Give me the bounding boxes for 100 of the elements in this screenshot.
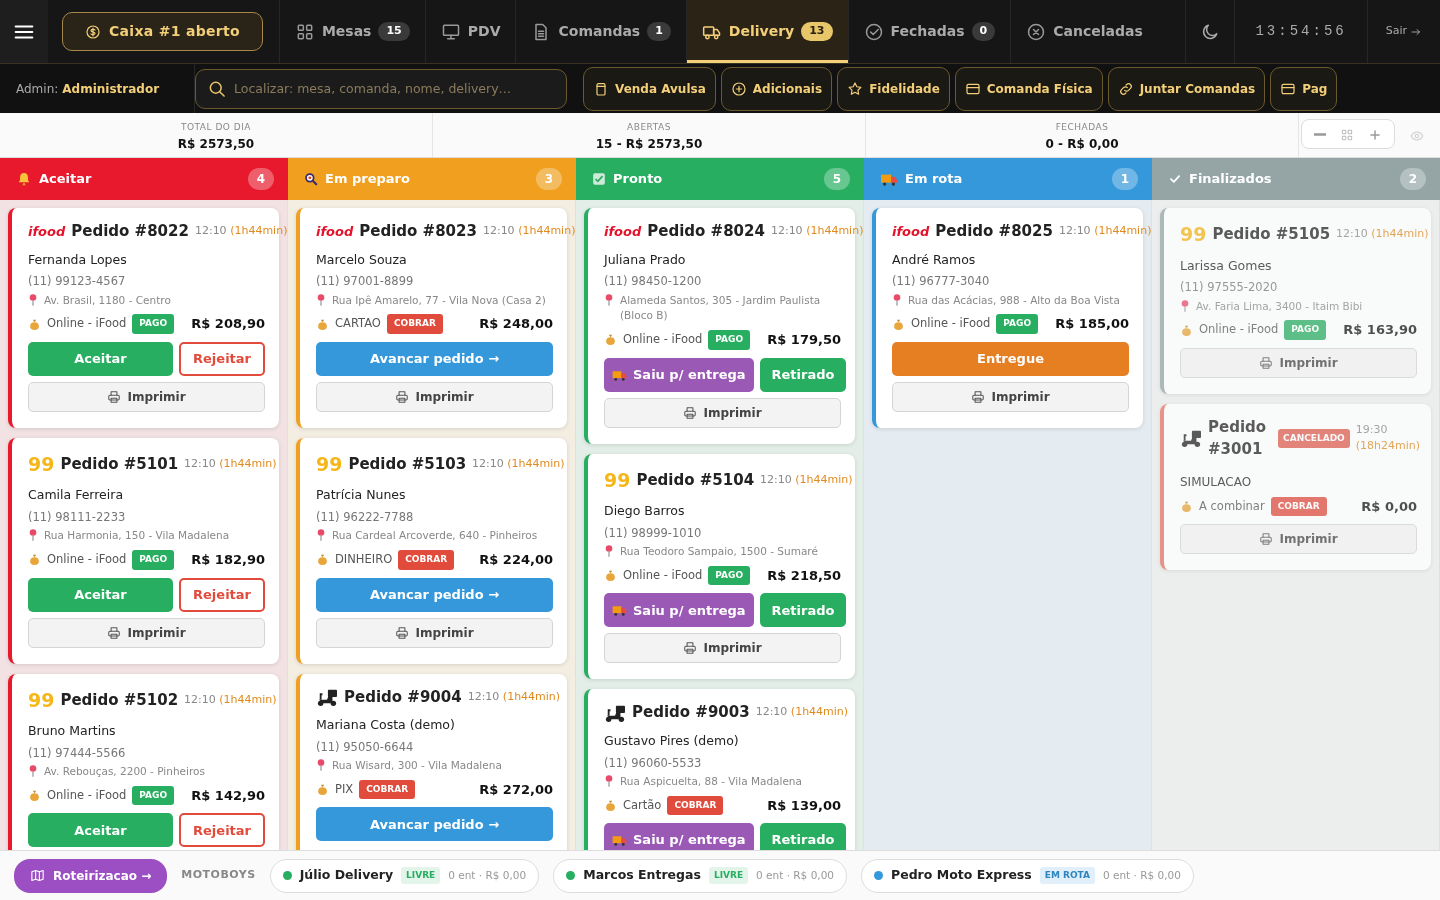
order-time: 12:10 (1h44min) [467, 688, 561, 705]
count-badge: 5 [823, 168, 850, 190]
ifood-logo: ifood [28, 222, 66, 241]
payment-tag: COBRAR [667, 795, 724, 815]
dispatch-button[interactable]: Saiu p/ entrega [604, 357, 754, 392]
payment-tag: PAGO [1284, 320, 1327, 340]
payment-tag: COBRAR [1270, 496, 1327, 517]
cash-register-button[interactable]: Caixa #1 aberto [62, 12, 263, 51]
courier-chip[interactable]: Marcos Entregas LIVRE 0 ent · R$ 0,00 [553, 858, 848, 893]
dispatch-button[interactable]: Saiu p/ entrega [604, 823, 754, 850]
couriers-label: MOTOBOYS [181, 867, 256, 884]
address-text: Rua Aspicuelta, 88 - Vila Madalena [620, 773, 802, 789]
customer-name: Juliana Prado [604, 250, 687, 269]
order-total: R$ 139,00 [767, 796, 841, 815]
print-button[interactable]: Imprimir [892, 381, 1129, 412]
printer-icon [971, 389, 986, 404]
pin-icon [604, 773, 614, 788]
reject-button[interactable]: Rejeitar [179, 813, 265, 848]
column-title: Aceitar [39, 170, 92, 189]
print-button[interactable]: Imprimir [28, 381, 265, 412]
payment-method: Online - iFood [623, 331, 703, 349]
address-text: Av. Rebouças, 2200 - Pinheiros [44, 764, 205, 779]
ifood-logo: ifood [604, 222, 642, 241]
phone-number: (11) 96777-3040 [892, 273, 991, 291]
app-logo: 99 [28, 687, 55, 713]
order-title: Pedido #9004 [344, 686, 462, 708]
stat-label: ABERTAS [626, 121, 672, 134]
address-text: Rua Cardeal Arcoverde, 640 - Pinheiros [332, 528, 538, 544]
order-total: R$ 185,00 [1055, 315, 1129, 334]
customer-name: SIMULACAO [1180, 473, 1253, 491]
order-title: Pedido #8023 [359, 221, 477, 242]
payment-tag: COBRAR [398, 550, 455, 570]
nav-tab[interactable]: Delivery 13 [685, 0, 848, 63]
grid-icon [1340, 127, 1354, 142]
bell-icon [16, 171, 32, 187]
courier-name: Pedro Moto Express [891, 866, 1032, 885]
toolbar-button[interactable]: Comanda Física [954, 66, 1103, 111]
search-field[interactable]: Localizar: mesa, comanda, nome, delivery… [195, 68, 567, 109]
status-tag: CANCELADO [1278, 428, 1350, 448]
payment-method: CARTAO [335, 315, 381, 333]
close-circle-icon [1026, 21, 1047, 42]
courier-chip[interactable]: Pedro Moto Express EM ROTA 0 ent · R$ 0,00 [861, 858, 1194, 893]
toolbar-button[interactable]: Pag [1270, 66, 1338, 111]
count-badge: 4 [247, 168, 274, 190]
courier-summary: 0 ent · R$ 0,00 [756, 867, 835, 883]
toolbar-button[interactable]: Juntar Comandas [1107, 66, 1266, 111]
route-button[interactable]: Roteirizacao → [14, 858, 168, 893]
order-total: R$ 163,90 [1343, 321, 1417, 340]
pin-icon [316, 528, 326, 543]
money-bag-icon [316, 783, 329, 796]
check-circle-icon [863, 21, 884, 42]
order-total: R$ 218,50 [767, 566, 841, 585]
order-time: 19:30 (18h24min) [1355, 421, 1421, 455]
order-time: 12:10 (1h44min) [194, 223, 287, 239]
money-bag-icon [892, 317, 905, 331]
money-bag-icon [604, 569, 617, 582]
phone-number: (11) 95050-6644 [316, 738, 415, 756]
money-bag-icon [1180, 323, 1193, 337]
customer-name: Camila Ferreira [28, 486, 125, 505]
phone-number: (11) 97555-2020 [1180, 279, 1279, 297]
status-tag: LIVRE [401, 866, 441, 885]
printer-icon [683, 405, 698, 420]
toolbar-button[interactable]: Adicionais [720, 66, 833, 111]
payment-method: Cartão [623, 796, 662, 814]
pin-icon [604, 544, 614, 558]
print-button[interactable]: Imprimir [28, 617, 265, 648]
print-button[interactable]: Imprimir [1180, 524, 1417, 555]
count-badge: 3 [535, 168, 562, 190]
address-text: Rua Ipê Amarelo, 77 - Vila Nova (Casa 2) [332, 292, 546, 308]
money-bag-icon [28, 317, 41, 331]
menu-button[interactable] [0, 0, 48, 63]
printer-icon [1259, 355, 1274, 370]
magnifier-icon [304, 172, 318, 186]
print-button[interactable]: Imprimir [1180, 347, 1417, 378]
order-total: R$ 182,90 [191, 551, 265, 569]
customer-name: Marcelo Souza [316, 250, 408, 269]
order-title: Pedido #8025 [935, 221, 1053, 242]
customer-name: Fernanda Lopes [28, 250, 128, 269]
order-total: R$ 224,00 [479, 551, 553, 569]
printer-icon [395, 625, 410, 640]
print-button[interactable]: Imprimir [604, 633, 841, 664]
address-text: Av. Faria Lima, 3400 - Itaim Bibi [1196, 298, 1363, 314]
courier-chip[interactable]: Júlio Delivery LIVRE 0 ent · R$ 0,00 [269, 858, 540, 893]
print-button[interactable]: Imprimir [316, 381, 553, 412]
print-button[interactable]: Imprimir [604, 397, 841, 428]
print-button[interactable]: Imprimir [316, 617, 553, 648]
payment-method: Online - iFood [911, 315, 991, 333]
dispatch-button[interactable]: Saiu p/ entrega [604, 593, 754, 628]
stat-label: FECHADAS [1054, 121, 1110, 134]
stat-value: 0 - R$ 0,00 [1044, 135, 1120, 153]
pin-icon [28, 528, 38, 543]
toolbar-button[interactable]: Venda Avulsa [583, 66, 716, 111]
payment-tag: PAGO [708, 565, 751, 586]
reject-button[interactable]: Rejeitar [179, 577, 265, 612]
reject-button[interactable]: Rejeitar [179, 341, 265, 376]
toolbar-button[interactable]: Fidelidade [837, 66, 950, 111]
printer-icon [107, 625, 122, 640]
payment-tag: PAGO [132, 785, 175, 806]
truck-icon [612, 833, 627, 847]
customer-name: Gustavo Pires (demo) [604, 731, 740, 750]
